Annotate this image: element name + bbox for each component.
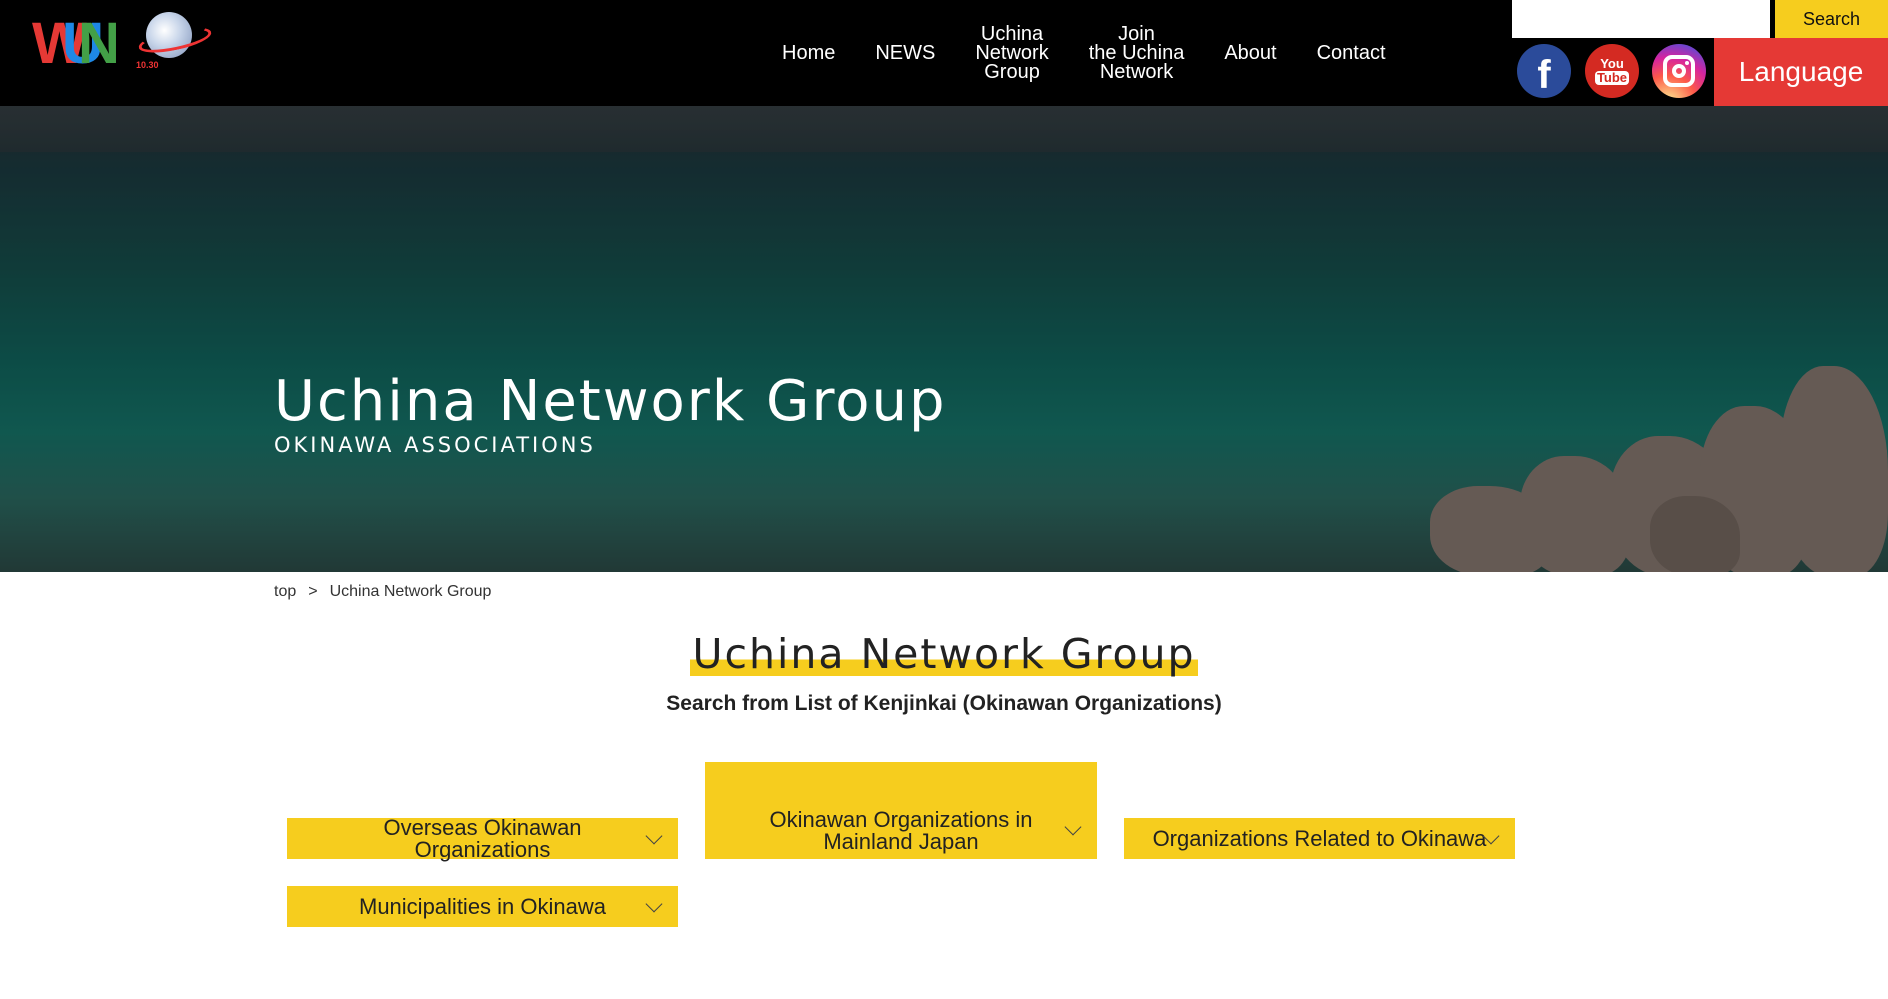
page-title: Uchina Network Group xyxy=(690,630,1198,678)
nav-join-uchina-network[interactable]: Join the Uchina Network xyxy=(1069,22,1205,83)
youtube-icon-bottom: Tube xyxy=(1594,69,1630,85)
instagram-icon xyxy=(1663,55,1695,87)
category-label: Municipalities in Okinawa xyxy=(359,893,606,919)
nav-news-label: NEWS xyxy=(875,41,936,64)
badge-date: 10.30 xyxy=(136,60,159,70)
hero-title: Uchina Network Group xyxy=(274,369,947,434)
category-organizations-related-to-okinawa[interactable]: Organizations Related to Okinawa xyxy=(1124,818,1515,859)
instagram-link[interactable] xyxy=(1652,44,1706,98)
youtube-icon: You Tube xyxy=(1594,55,1630,85)
worldwide-uchinanchu-day-badge[interactable]: 10.30 xyxy=(134,10,214,72)
wun-logo[interactable]: W U N xyxy=(32,11,120,76)
youtube-link[interactable]: You Tube xyxy=(1585,44,1639,98)
facebook-icon: f xyxy=(1537,53,1551,97)
nav-home-label: Home xyxy=(782,41,836,64)
logo-letter-n: N xyxy=(78,11,120,76)
youtube-icon-top: You xyxy=(1600,55,1624,71)
chevron-down-icon xyxy=(645,895,663,912)
breadcrumb: top > Uchina Network Group xyxy=(274,582,491,602)
main-nav: Home NEWS Uchina Network Group Join the … xyxy=(762,0,1406,106)
breadcrumb-top-link[interactable]: top xyxy=(274,582,296,602)
language-button[interactable]: Language xyxy=(1714,38,1888,106)
hero-banner: Uchina Network Group OKINAWA ASSOCIATION… xyxy=(0,106,1888,572)
nav-about[interactable]: About xyxy=(1204,41,1296,64)
breadcrumb-separator: > xyxy=(308,583,318,600)
nav-join-label: Join the Uchina Network xyxy=(1088,22,1185,83)
site-header: W U N 10.30 Home NEWS Uchina Network Gro… xyxy=(0,0,1888,106)
nav-uchina-network-group-label: Uchina Network Group xyxy=(975,22,1049,83)
category-label: Okinawan Organizations in Mainland Japan xyxy=(769,806,1033,854)
site-logo[interactable]: W U N 10.30 xyxy=(32,10,214,76)
category-overseas-okinawan-organizations[interactable]: Overseas Okinawan Organizations xyxy=(287,814,678,862)
page-title-wrap: Uchina Network Group xyxy=(0,632,1888,676)
category-okinawan-organizations-mainland-japan[interactable]: Okinawan Organizations in Mainland Japan xyxy=(705,762,1097,859)
category-label: Organizations Related to Okinawa xyxy=(1152,825,1487,851)
nav-news[interactable]: NEWS xyxy=(855,41,955,64)
nav-uchina-network-group[interactable]: Uchina Network Group xyxy=(955,22,1068,83)
facebook-link[interactable]: f xyxy=(1517,44,1571,98)
nav-about-label: About xyxy=(1224,41,1277,64)
search-button[interactable]: Search xyxy=(1775,0,1888,38)
page-subtitle: Search from List of Kenjinkai (Okinawan … xyxy=(666,692,1222,715)
nav-contact[interactable]: Contact xyxy=(1297,41,1406,64)
nav-home[interactable]: Home xyxy=(762,41,855,64)
breadcrumb-current: Uchina Network Group xyxy=(329,583,492,600)
hero-overlay xyxy=(0,106,1888,572)
category-municipalities-in-okinawa[interactable]: Municipalities in Okinawa xyxy=(287,886,678,927)
hero-subtitle: OKINAWA ASSOCIATIONS xyxy=(274,433,596,457)
search-input[interactable] xyxy=(1512,0,1770,38)
nav-contact-label: Contact xyxy=(1316,41,1386,64)
category-label: Overseas Okinawan Organizations xyxy=(383,814,582,862)
